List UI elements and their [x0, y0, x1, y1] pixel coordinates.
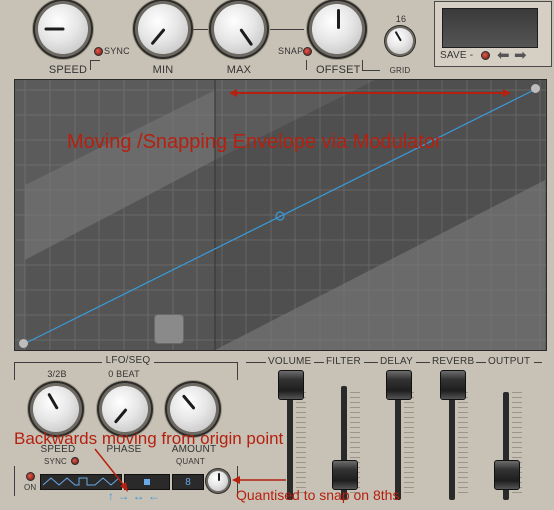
- grid-knob[interactable]: [387, 28, 413, 54]
- lfo-frame-top: [154, 362, 238, 363]
- lfo-frame-side: [237, 362, 238, 380]
- lfo-speed-value: 3/2B: [47, 369, 67, 379]
- prev-preset-icon[interactable]: ⬅: [497, 46, 510, 64]
- lfo-frame-side: [14, 362, 15, 380]
- bracket-line: [362, 70, 380, 71]
- envelope-graph: [15, 80, 546, 350]
- filter-fader[interactable]: [332, 460, 358, 490]
- volume-fader[interactable]: [278, 370, 304, 400]
- snap-label: SNAP: [278, 46, 304, 56]
- mixer-label-output: OUTPUT: [488, 356, 531, 367]
- lfo-step-button[interactable]: [124, 474, 170, 490]
- speed-knob[interactable]: [38, 4, 88, 54]
- quantised-annotation: Quantised to snap on 8ths: [236, 487, 400, 503]
- lfo-quant-label: QUANT: [176, 457, 205, 466]
- connector: [192, 29, 210, 30]
- lfo-sync-label: SYNC: [44, 457, 68, 466]
- snap-led[interactable]: [303, 47, 312, 56]
- lfo-quant-knob[interactable]: [208, 471, 228, 491]
- bracket-line: [362, 60, 363, 70]
- offset-label: OFFSET: [316, 64, 361, 76]
- lfo-sync-led[interactable]: [71, 457, 79, 465]
- save-led: [481, 51, 490, 60]
- mixer-frame-top: [534, 362, 542, 363]
- step-indicator-icon: [144, 479, 150, 485]
- lfo-on-led[interactable]: [26, 472, 35, 481]
- grid-label: GRID: [389, 66, 411, 75]
- max-knob[interactable]: [214, 4, 264, 54]
- lfo-phase-value: 0 BEAT: [108, 369, 140, 379]
- offset-knob[interactable]: [312, 4, 362, 54]
- mixer-frame-top: [246, 362, 266, 363]
- mixer-label-delay: DELAY: [380, 356, 414, 367]
- mixer-frame-top: [364, 362, 378, 363]
- mixer-label-filter: FILTER: [326, 356, 361, 367]
- mixer-frame-top: [416, 362, 430, 363]
- delay-ticks: [404, 392, 414, 496]
- backwards-annotation: Backwards moving from origin point: [14, 429, 284, 448]
- envelope-start-node[interactable]: [19, 339, 28, 348]
- lfo-waveform[interactable]: [40, 474, 122, 490]
- bracket-line: [90, 60, 100, 61]
- loop-toggle[interactable]: [154, 314, 184, 344]
- lfo-speed-knob[interactable]: [33, 386, 79, 432]
- lfo-frame-bottom: [14, 466, 15, 496]
- annotation-arrowhead: [232, 476, 240, 484]
- lfo-phase-knob[interactable]: [102, 386, 148, 432]
- lfo-frame-top: [14, 362, 102, 363]
- mixer-label-reverb: REVERB: [432, 356, 475, 367]
- mixer-frame-top: [476, 362, 486, 363]
- sync-led[interactable]: [94, 47, 103, 56]
- bracket-line: [90, 60, 91, 70]
- volume-ticks: [296, 392, 306, 496]
- bracket-line: [306, 60, 307, 70]
- direction-arrows[interactable]: ↑ → ↔ ←: [108, 489, 160, 503]
- mixer-frame-top: [314, 362, 324, 363]
- reverb-ticks: [458, 392, 468, 496]
- max-label: MAX: [226, 64, 252, 76]
- lfo-amount-knob[interactable]: [170, 386, 216, 432]
- waveform-icon: [42, 477, 120, 486]
- envelope-display[interactable]: Moving /Snapping Envelope via Modulator: [14, 79, 547, 351]
- grid-value: 16: [395, 14, 407, 24]
- reverb-fader[interactable]: [440, 370, 466, 400]
- envelope-end-node[interactable]: [531, 84, 540, 93]
- output-fader[interactable]: [494, 460, 520, 490]
- min-label: MIN: [152, 64, 174, 76]
- mixer-label-volume: VOLUME: [268, 356, 312, 367]
- save-button[interactable]: SAVE -: [440, 50, 473, 61]
- sync-label: SYNC: [104, 46, 130, 56]
- connector: [270, 29, 304, 30]
- envelope-annotation: Moving /Snapping Envelope via Modulator: [67, 131, 442, 153]
- lfo-section-label: LFO/SEQ: [105, 355, 151, 366]
- next-preset-icon[interactable]: ➡: [514, 46, 527, 64]
- min-knob[interactable]: [138, 4, 188, 54]
- mixer-panel: VOLUME FILTER DELAY REVERB OUTPUT: [246, 356, 542, 506]
- speed-label: SPEED: [48, 64, 88, 76]
- lfo-on-label: ON: [24, 483, 37, 492]
- delay-fader[interactable]: [386, 370, 412, 400]
- preset-display[interactable]: [442, 8, 538, 48]
- lfo-quant-value[interactable]: 8: [172, 474, 204, 490]
